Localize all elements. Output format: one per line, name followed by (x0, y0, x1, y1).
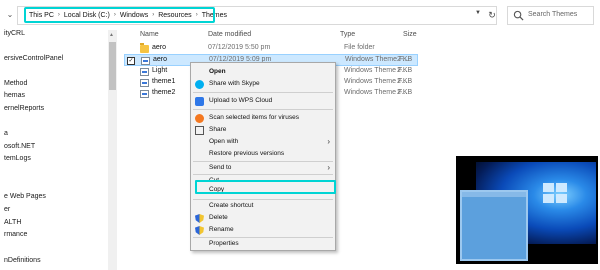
nav-item[interactable]: osoft.NET (4, 143, 35, 150)
file-name: theme2 (152, 89, 176, 96)
theme-preview-image (456, 156, 598, 264)
search-icon (513, 10, 524, 21)
address-row: ⌄ This PC › Local Disk (C:) › Windows › … (0, 0, 600, 30)
antivirus-icon (195, 114, 204, 123)
nav-item[interactable]: e Web Pages (4, 193, 46, 200)
nav-item[interactable]: Method (4, 80, 27, 87)
admin-shield-icon (195, 226, 204, 235)
navigation-pane: ityCRL ersiveControlPanel Method hemas e… (0, 30, 108, 270)
menu-item-delete[interactable]: Delete (191, 212, 335, 224)
menu-item-share[interactable]: Share (191, 124, 335, 136)
nav-item[interactable]: temLogs (4, 155, 31, 162)
menu-item-properties[interactable]: Properties (191, 238, 335, 250)
submenu-arrow-icon: › (327, 137, 330, 146)
menu-item-label: Open (209, 68, 226, 75)
column-header-name[interactable]: Name (140, 31, 159, 38)
nav-item[interactable]: er (4, 206, 10, 213)
menu-item-open[interactable]: Open (191, 66, 335, 78)
copy-highlight-box (195, 180, 336, 194)
column-header-date[interactable]: Date modified (208, 31, 251, 38)
preview-window (460, 190, 528, 261)
nav-item[interactable]: ersiveControlPanel (4, 55, 63, 62)
refresh-icon[interactable]: ↻ (485, 8, 499, 22)
menu-item-label: Rename (209, 226, 234, 233)
menu-item-restore-versions[interactable]: Restore previous versions (191, 148, 335, 160)
column-header-type[interactable]: Type (340, 31, 355, 38)
menu-item-label: Properties (209, 240, 239, 247)
admin-shield-icon (195, 214, 204, 223)
menu-item-label: Share (209, 126, 227, 133)
menu-separator (193, 109, 333, 110)
menu-item-open-with[interactable]: Open with › (191, 136, 335, 148)
menu-item-label: Upload to WPS Cloud (209, 97, 273, 104)
recent-locations-chevron-icon[interactable]: ⌄ (3, 8, 17, 22)
wps-cloud-icon (195, 97, 204, 106)
file-name: theme1 (152, 78, 176, 85)
file-size: 2 KB (397, 78, 413, 85)
skype-icon (195, 80, 204, 89)
menu-item-send-to[interactable]: Send to › (191, 162, 335, 174)
file-name: Light (152, 67, 168, 74)
search-placeholder: Search Themes (528, 11, 578, 18)
theme-file-icon (140, 68, 149, 76)
file-date: 07/12/2019 5:50 pm (208, 44, 271, 51)
nav-item[interactable]: ALTH (4, 219, 21, 226)
theme-file-icon (140, 79, 149, 87)
scroll-up-icon[interactable]: ▲ (109, 32, 114, 38)
folder-icon (140, 43, 149, 53)
nav-item[interactable]: ernelReports (4, 105, 44, 112)
menu-item-label: Share with Skype (209, 80, 260, 87)
search-box[interactable]: Search Themes (507, 6, 594, 25)
nav-item[interactable]: hemas (4, 92, 25, 99)
menu-item-upload-wps[interactable]: Upload to WPS Cloud (191, 95, 335, 107)
menu-item-label: Restore previous versions (209, 150, 285, 157)
column-header-size[interactable]: Size (403, 31, 417, 38)
file-name: aero (153, 56, 168, 63)
address-highlight-box (24, 7, 215, 23)
context-menu: Open Share with Skype Upload to WPS Clou… (190, 62, 336, 251)
row-checkbox[interactable]: ✓ (127, 57, 135, 65)
nav-item[interactable]: ityCRL (4, 30, 25, 37)
nav-scrollbar[interactable]: ▲ (108, 30, 117, 270)
file-name: aero (152, 44, 167, 51)
menu-item-label: Open with (209, 138, 239, 145)
menu-item-create-shortcut[interactable]: Create shortcut (191, 200, 335, 212)
nav-item[interactable]: nDefinitions (4, 257, 41, 264)
menu-item-label: Create shortcut (209, 202, 254, 209)
theme-file-icon (141, 57, 150, 65)
nav-item[interactable]: a (4, 130, 8, 137)
theme-file-icon (140, 90, 149, 98)
submenu-arrow-icon: › (327, 163, 330, 172)
file-size: 2 KB (397, 67, 413, 74)
file-type: File folder (344, 44, 375, 51)
menu-item-rename[interactable]: Rename (191, 224, 335, 236)
menu-item-share-with-skype[interactable]: Share with Skype (191, 78, 335, 90)
menu-separator (193, 92, 333, 93)
menu-item-label: Delete (209, 214, 228, 221)
file-size: 2 KB (397, 56, 413, 63)
windows-logo-icon (543, 183, 567, 203)
menu-item-label: Send to (209, 164, 232, 171)
menu-item-scan-viruses[interactable]: Scan selected items for viruses (191, 112, 335, 124)
nav-item[interactable]: rmance (4, 231, 27, 238)
address-dropdown-icon[interactable]: ▼ (475, 10, 481, 16)
share-icon (195, 126, 204, 135)
file-size: 2 KB (397, 89, 413, 96)
scroll-thumb[interactable] (109, 42, 116, 90)
menu-item-label: Scan selected items for viruses (209, 114, 299, 121)
